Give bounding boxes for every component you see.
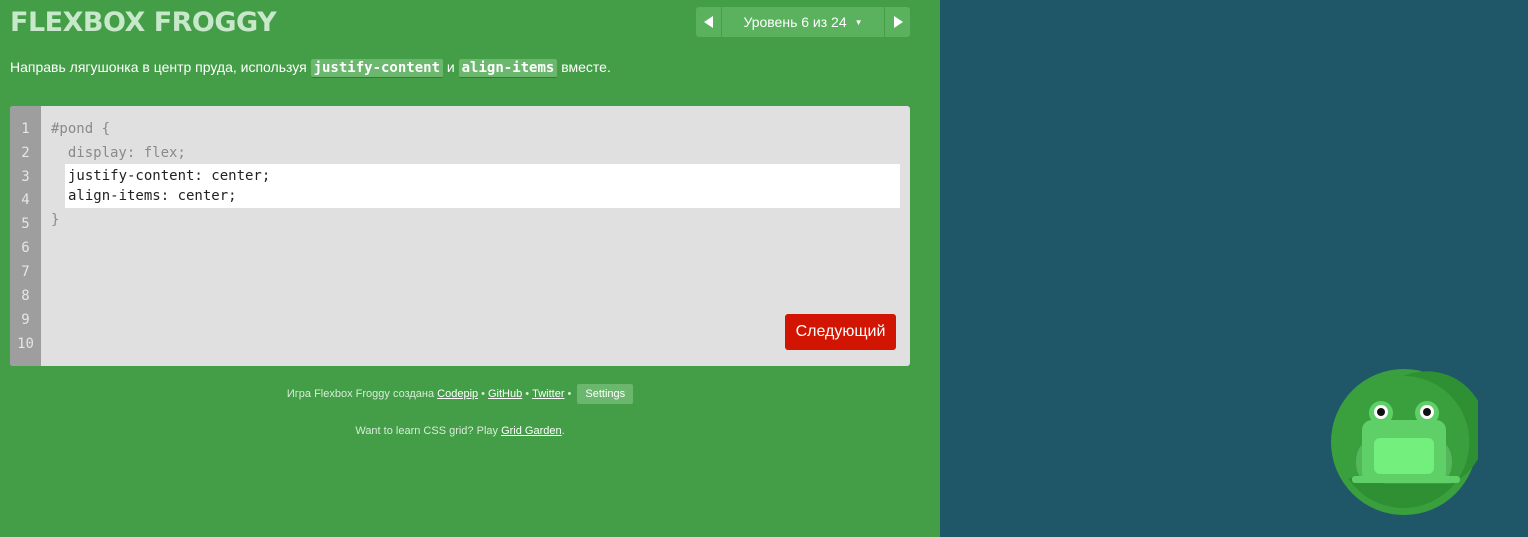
- line-number-gutter: 1 2 3 4 5 6 7 8 9 10: [10, 106, 41, 366]
- instructions-text-start: Направь лягушонка в центр пруда, использ…: [10, 59, 311, 75]
- line-number: 10: [17, 336, 34, 352]
- credits-footer: Игра Flexbox Froggy создана Codepip • GitH…: [0, 384, 920, 404]
- pond: [940, 0, 1528, 537]
- settings-button[interactable]: Settings: [577, 384, 634, 404]
- next-level-button[interactable]: [884, 7, 910, 37]
- instructions-text-end: вместе.: [557, 59, 611, 75]
- line-number: 4: [21, 192, 30, 208]
- code-line-display: display: flex;: [51, 145, 186, 161]
- caret-down-icon: ▼: [854, 17, 863, 27]
- line-number: 1: [21, 121, 30, 137]
- app-title[interactable]: FLEXBOX FROGGY: [10, 6, 277, 40]
- line-number: 9: [21, 312, 30, 328]
- line-number: 3: [21, 169, 30, 185]
- game-panel: FLEXBOX FROGGY Уровень 6 из 24 ▼ Направь…: [0, 0, 940, 537]
- line-number: 5: [21, 216, 30, 232]
- code-line-pond-open: #pond {: [51, 121, 111, 137]
- instructions: Направь лягушонка в центр пруда, использ…: [10, 57, 611, 78]
- line-number: 7: [21, 264, 30, 280]
- credit-text: Игра Flexbox Froggy создана: [286, 388, 438, 400]
- grid-promo-suffix: .: [561, 425, 565, 437]
- bullet-separator: •: [481, 388, 485, 400]
- previous-level-button[interactable]: [696, 7, 722, 37]
- code-line-pond-close: }: [51, 212, 60, 228]
- code-chip-justify-content[interactable]: justify-content: [310, 59, 444, 78]
- github-link[interactable]: GitHub: [488, 388, 522, 400]
- bullet-separator: •: [567, 388, 572, 400]
- grid-promo-text: Want to learn CSS grid? Play: [355, 425, 502, 437]
- code-editor: 1 2 3 4 5 6 7 8 9 10 #pond { display: fl…: [10, 106, 910, 366]
- level-label: Уровень 6 из 24: [743, 14, 847, 30]
- codepip-link[interactable]: Codepip: [437, 388, 478, 400]
- level-navigation: Уровень 6 из 24 ▼: [696, 7, 910, 37]
- css-code-input[interactable]: [65, 164, 900, 208]
- line-number: 8: [21, 288, 30, 304]
- instructions-text-middle: и: [443, 59, 459, 75]
- level-dropdown[interactable]: Уровень 6 из 24 ▼: [722, 7, 884, 37]
- twitter-link[interactable]: Twitter: [532, 388, 564, 400]
- bullet-separator: •: [525, 388, 530, 400]
- line-number: 2: [21, 145, 30, 161]
- lilypad-icon: [1331, 369, 1478, 515]
- grid-garden-link[interactable]: Grid Garden: [501, 425, 562, 437]
- code-chip-align-items[interactable]: align-items: [458, 59, 558, 78]
- grid-garden-promo: Want to learn CSS grid? Play Grid Garden…: [0, 421, 920, 441]
- next-button[interactable]: Следующий: [785, 314, 896, 350]
- triangle-right-icon: [893, 16, 903, 28]
- triangle-left-icon: [703, 16, 713, 28]
- line-number: 6: [21, 240, 30, 256]
